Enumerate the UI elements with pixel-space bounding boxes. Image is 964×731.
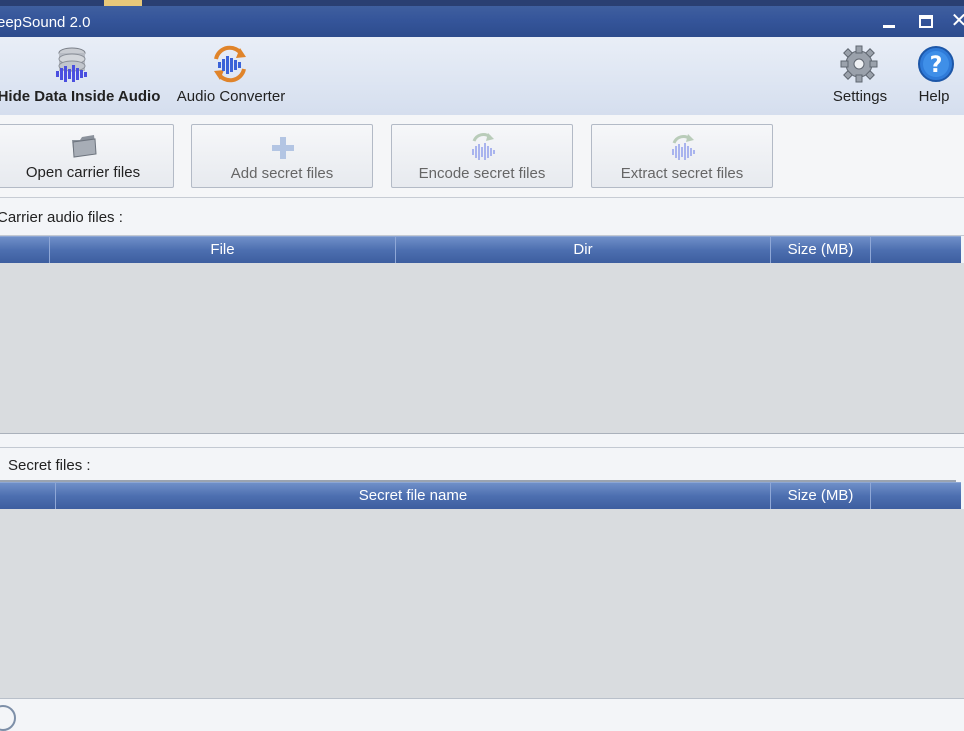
ribbon-help-button[interactable]: ? Help — [908, 37, 960, 115]
secret-files-list[interactable] — [0, 509, 964, 698]
add-secret-files-label: Add secret files — [230, 165, 334, 182]
secret-files-label: Secret files : — [8, 457, 91, 474]
audio-convert-icon — [214, 45, 246, 83]
gear-icon — [840, 45, 878, 83]
open-carrier-files-button[interactable]: Open carrier files — [0, 124, 174, 188]
secret-col-extra[interactable] — [871, 483, 961, 509]
svg-text:?: ? — [930, 53, 943, 78]
secret-col-select[interactable] — [0, 483, 56, 509]
ribbon: Hide Data Inside Audio Audio Converter S… — [0, 37, 964, 116]
secret-grid-header: Secret file name Size (MB) — [0, 482, 961, 509]
secret-section-header: Secret files : — [0, 447, 964, 482]
extract-secret-files-label: Extract secret files — [620, 165, 744, 182]
extract-secret-files-button[interactable]: Extract secret files — [591, 124, 773, 188]
encode-audio-icon — [472, 132, 495, 160]
add-secret-files-button[interactable]: Add secret files — [191, 124, 373, 188]
minimize-button[interactable] — [876, 8, 902, 34]
status-bar — [0, 698, 964, 731]
close-button[interactable]: ✕ — [946, 8, 964, 34]
carrier-col-size[interactable]: Size (MB) — [771, 237, 871, 263]
carrier-col-file[interactable]: File — [50, 237, 396, 263]
status-circle-icon — [0, 705, 16, 731]
ribbon-hide-data-button[interactable]: Hide Data Inside Audio — [0, 37, 162, 115]
help-icon: ? — [918, 46, 954, 82]
database-audio-icon — [56, 47, 87, 82]
carrier-section-header: Carrier audio files : — [0, 198, 964, 236]
action-toolbar: Open carrier files Add secret files Enco… — [0, 115, 964, 198]
open-carrier-files-label: Open carrier files — [25, 164, 141, 181]
carrier-files-list[interactable] — [0, 263, 964, 434]
secret-col-name[interactable]: Secret file name — [56, 483, 771, 509]
ribbon-help-label: Help — [918, 88, 950, 105]
carrier-col-select[interactable] — [0, 237, 50, 263]
maximize-button[interactable] — [912, 8, 938, 34]
ribbon-hide-data-label: Hide Data Inside Audio — [0, 88, 161, 105]
carrier-col-dir[interactable]: Dir — [396, 237, 771, 263]
ribbon-audio-converter-label: Audio Converter — [176, 88, 286, 105]
secret-col-size[interactable]: Size (MB) — [771, 483, 871, 509]
ribbon-settings-label: Settings — [832, 88, 888, 105]
carrier-audio-files-label: Carrier audio files : — [0, 209, 123, 226]
title-bar[interactable]: eepSound 2.0 ✕ — [0, 6, 964, 37]
carrier-grid-header: File Dir Size (MB) — [0, 236, 961, 263]
carrier-col-extra[interactable] — [871, 237, 961, 263]
window-title: eepSound 2.0 — [0, 14, 91, 31]
folder-icon — [72, 135, 97, 158]
plus-icon — [272, 137, 294, 159]
encode-secret-files-label: Encode secret files — [418, 165, 546, 182]
ribbon-audio-converter-button[interactable]: Audio Converter — [170, 37, 292, 115]
extract-audio-icon — [672, 134, 695, 160]
encode-secret-files-button[interactable]: Encode secret files — [391, 124, 573, 188]
ribbon-settings-button[interactable]: Settings — [826, 37, 894, 115]
